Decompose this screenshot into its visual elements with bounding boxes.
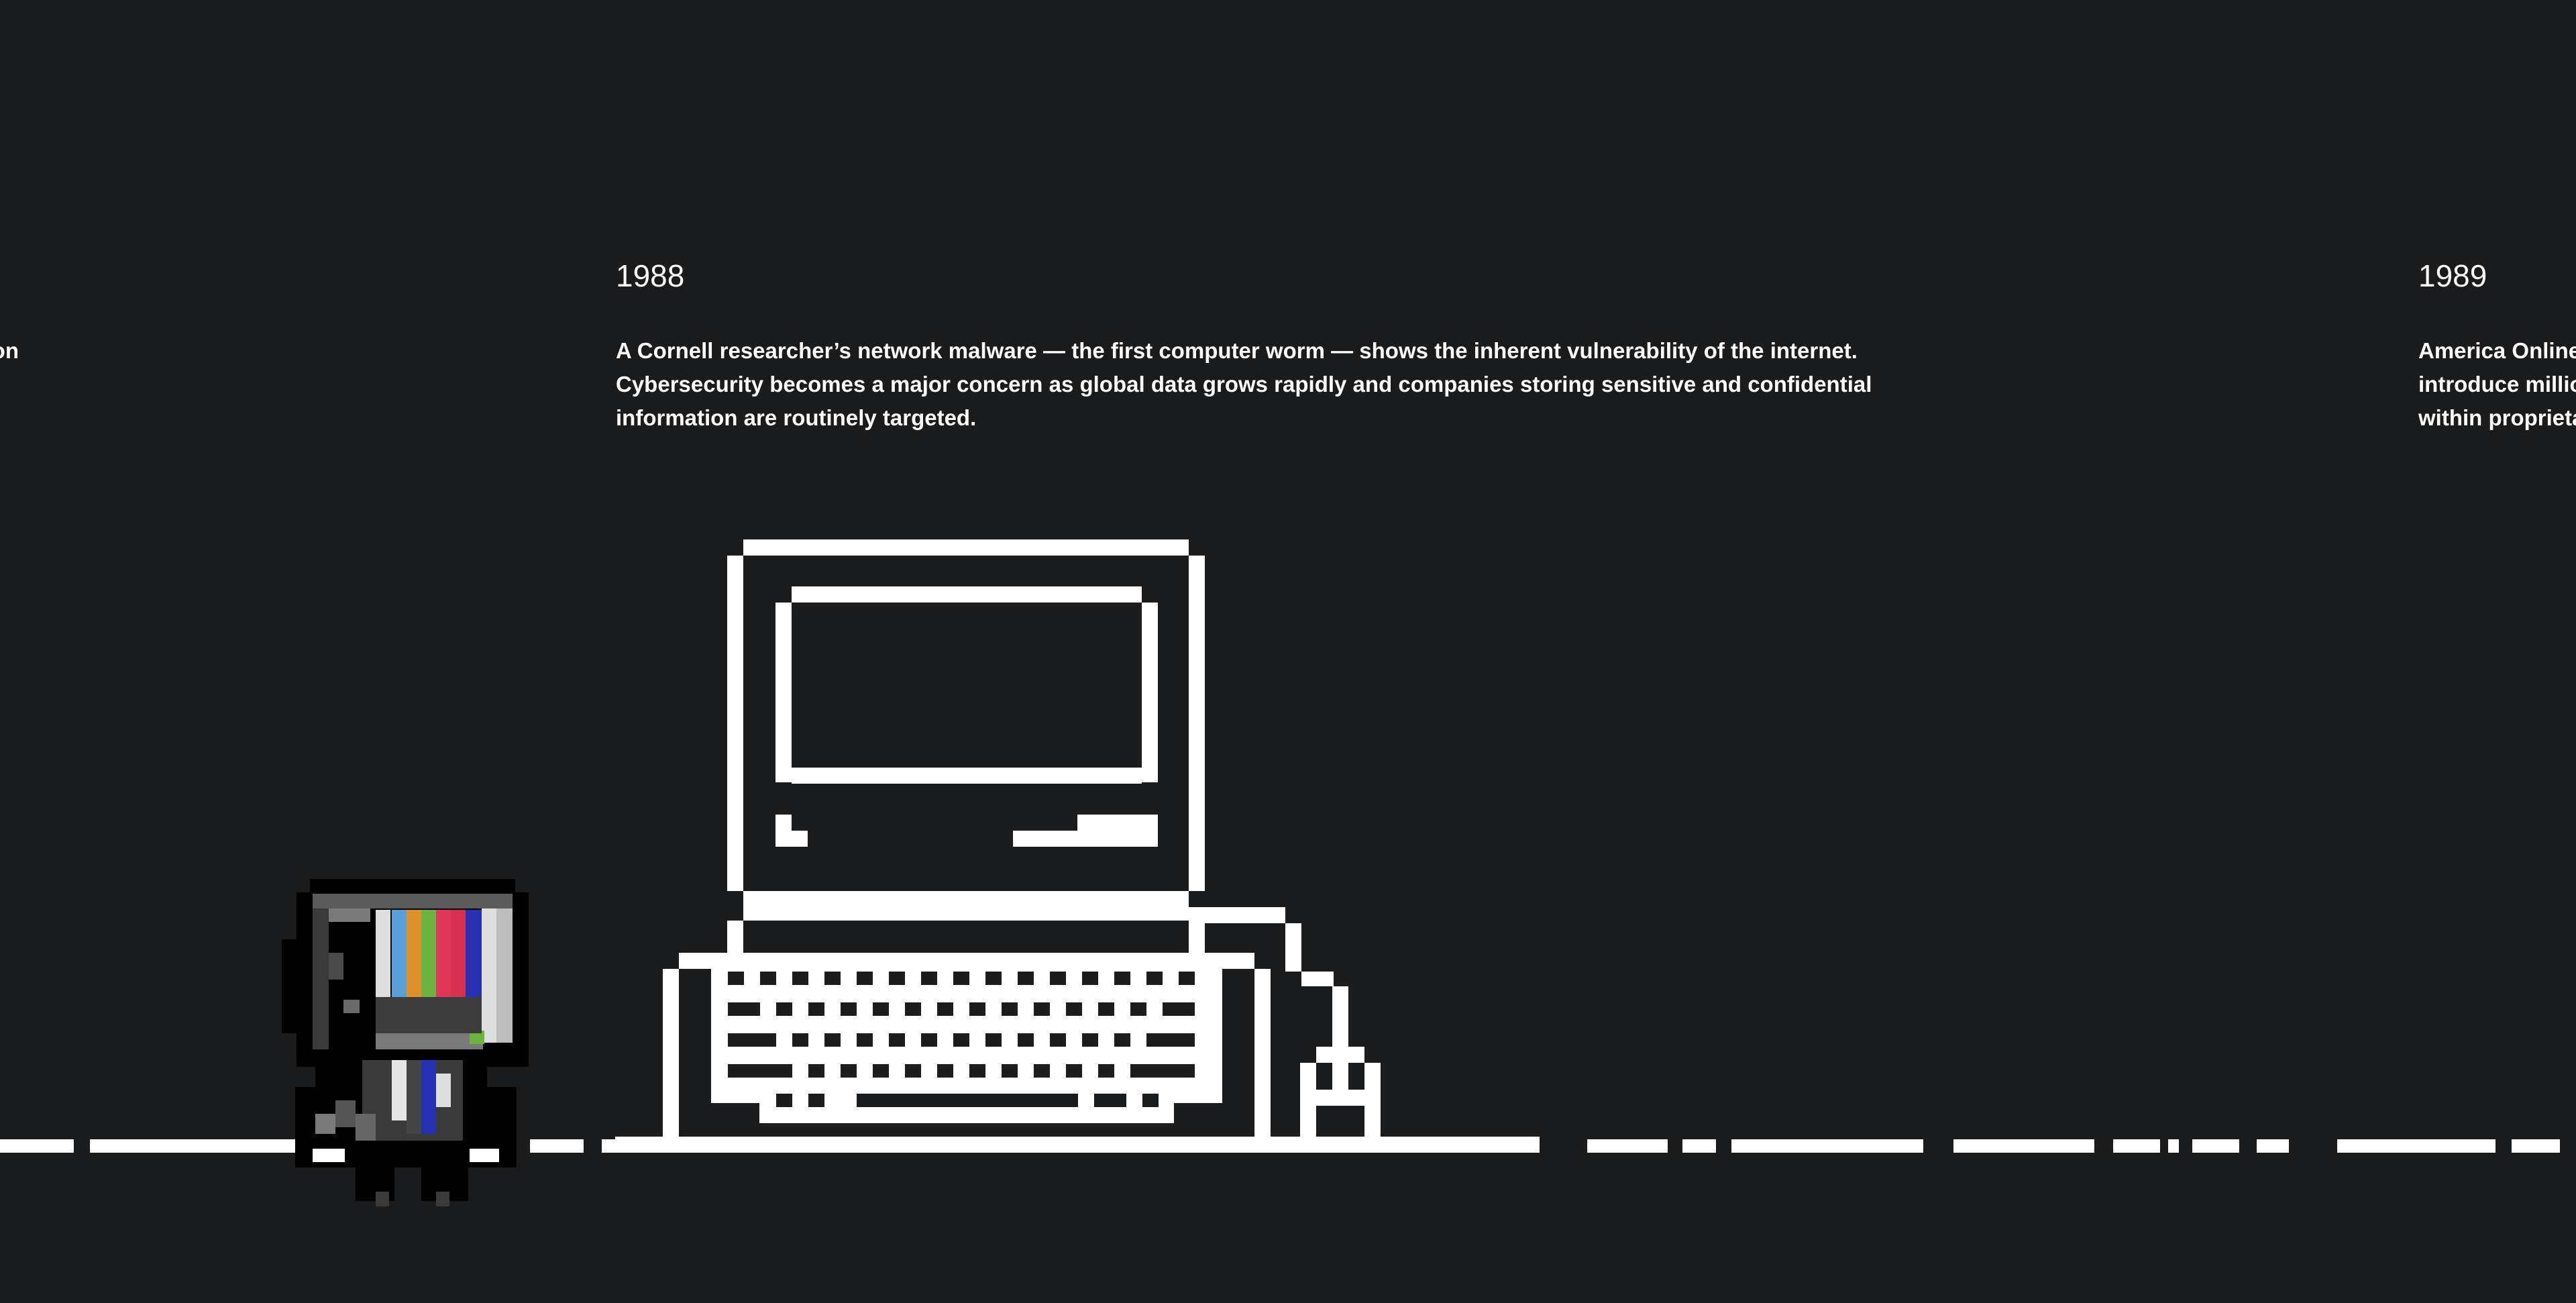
tv-head-robot-icon — [282, 879, 529, 1206]
retro-computer-icon — [663, 539, 1381, 1137]
timeline-illustration — [0, 539, 2560, 1206]
